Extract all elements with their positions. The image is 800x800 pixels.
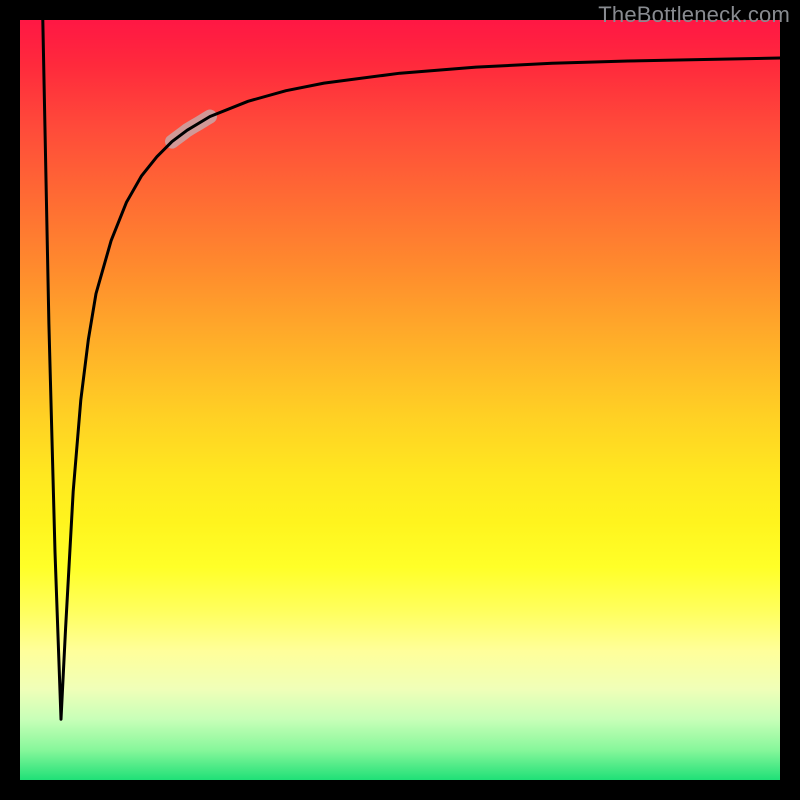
- plot-area: [20, 20, 780, 780]
- watermark-label: TheBottleneck.com: [598, 2, 790, 28]
- curve-layer: [20, 20, 780, 780]
- chart-frame: TheBottleneck.com: [0, 0, 800, 800]
- bottleneck-curve: [43, 20, 780, 719]
